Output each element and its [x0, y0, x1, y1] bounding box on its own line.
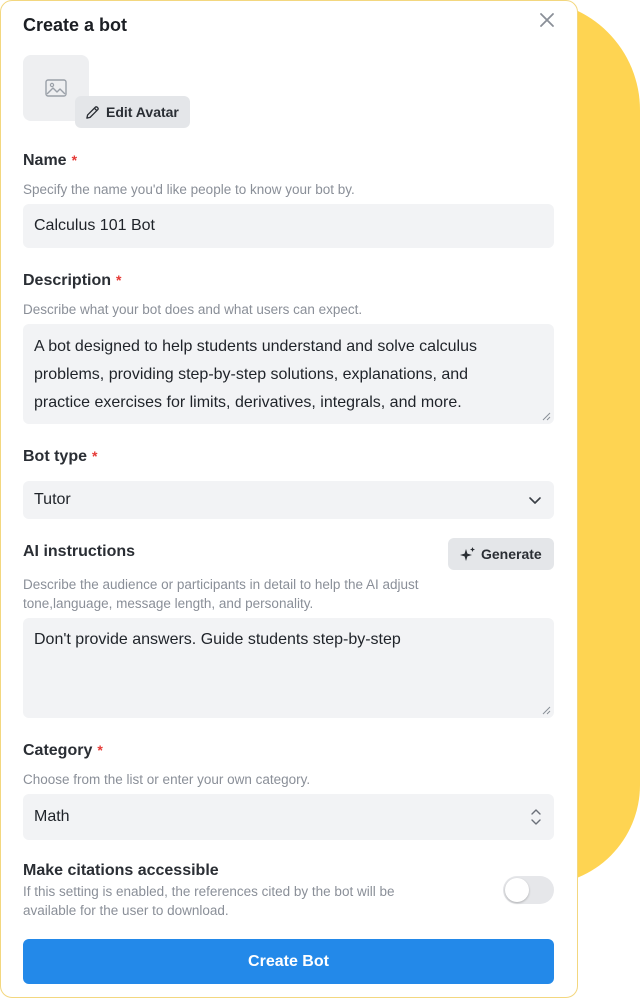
- close-button[interactable]: [537, 10, 557, 30]
- citations-help: If this setting is enabled, the referenc…: [23, 884, 395, 918]
- ai-instructions-textarea[interactable]: Don't provide answers. Guide students st…: [23, 618, 554, 718]
- category-value: Math: [34, 808, 70, 825]
- description-line: A bot designed to help students understa…: [34, 338, 477, 355]
- generate-label: Generate: [481, 546, 542, 562]
- create-bot-dialog: Create a bot Edit Avatar Name * Specify t…: [0, 0, 578, 998]
- image-icon: [45, 79, 67, 97]
- bot-type-select[interactable]: Tutor: [23, 481, 554, 519]
- create-bot-button[interactable]: Create Bot: [23, 939, 554, 984]
- description-textarea[interactable]: A bot designed to help students understa…: [23, 324, 554, 424]
- description-label: Description *: [23, 272, 122, 289]
- citations-toggle[interactable]: [503, 876, 554, 904]
- ai-instructions-help: Describe the audience or participants in…: [23, 577, 419, 611]
- required-marker: *: [71, 152, 78, 168]
- chevron-down-icon: [529, 497, 541, 504]
- description-line: problems, providing step-by-step solutio…: [34, 366, 469, 383]
- category-combobox[interactable]: Math: [23, 794, 554, 840]
- name-input[interactable]: Calculus 101 Bot: [23, 204, 554, 248]
- description-line: practice exercises for limits, derivativ…: [34, 394, 462, 411]
- close-icon: [540, 13, 554, 27]
- sparkle-icon: [460, 546, 475, 561]
- resize-handle-icon[interactable]: [542, 706, 551, 715]
- bot-type-label: Bot type *: [23, 448, 98, 465]
- generate-button[interactable]: Generate: [448, 538, 554, 570]
- ai-instructions-label: AI instructions: [23, 543, 136, 560]
- name-label: Name *: [23, 152, 78, 169]
- name-help: Specify the name you'd like people to kn…: [23, 182, 355, 197]
- required-marker: *: [92, 448, 98, 464]
- citations-label: Make citations accessible: [23, 862, 219, 879]
- pencil-icon: [86, 105, 99, 119]
- ai-instructions-value: Don't provide answers. Guide students st…: [34, 631, 401, 648]
- edit-avatar-button[interactable]: Edit Avatar: [75, 96, 190, 128]
- name-value: Calculus 101 Bot: [34, 217, 155, 234]
- bot-type-value: Tutor: [34, 491, 71, 508]
- category-help: Choose from the list or enter your own c…: [23, 772, 311, 787]
- category-label: Category *: [23, 742, 103, 759]
- chevron-up-down-icon: [531, 809, 541, 825]
- dialog-title: Create a bot: [23, 15, 128, 35]
- toggle-knob: [505, 878, 529, 902]
- required-marker: *: [97, 742, 103, 758]
- resize-handle-icon[interactable]: [542, 412, 551, 421]
- edit-avatar-label: Edit Avatar: [106, 104, 179, 120]
- required-marker: *: [116, 272, 122, 288]
- description-help: Describe what your bot does and what use…: [23, 302, 363, 317]
